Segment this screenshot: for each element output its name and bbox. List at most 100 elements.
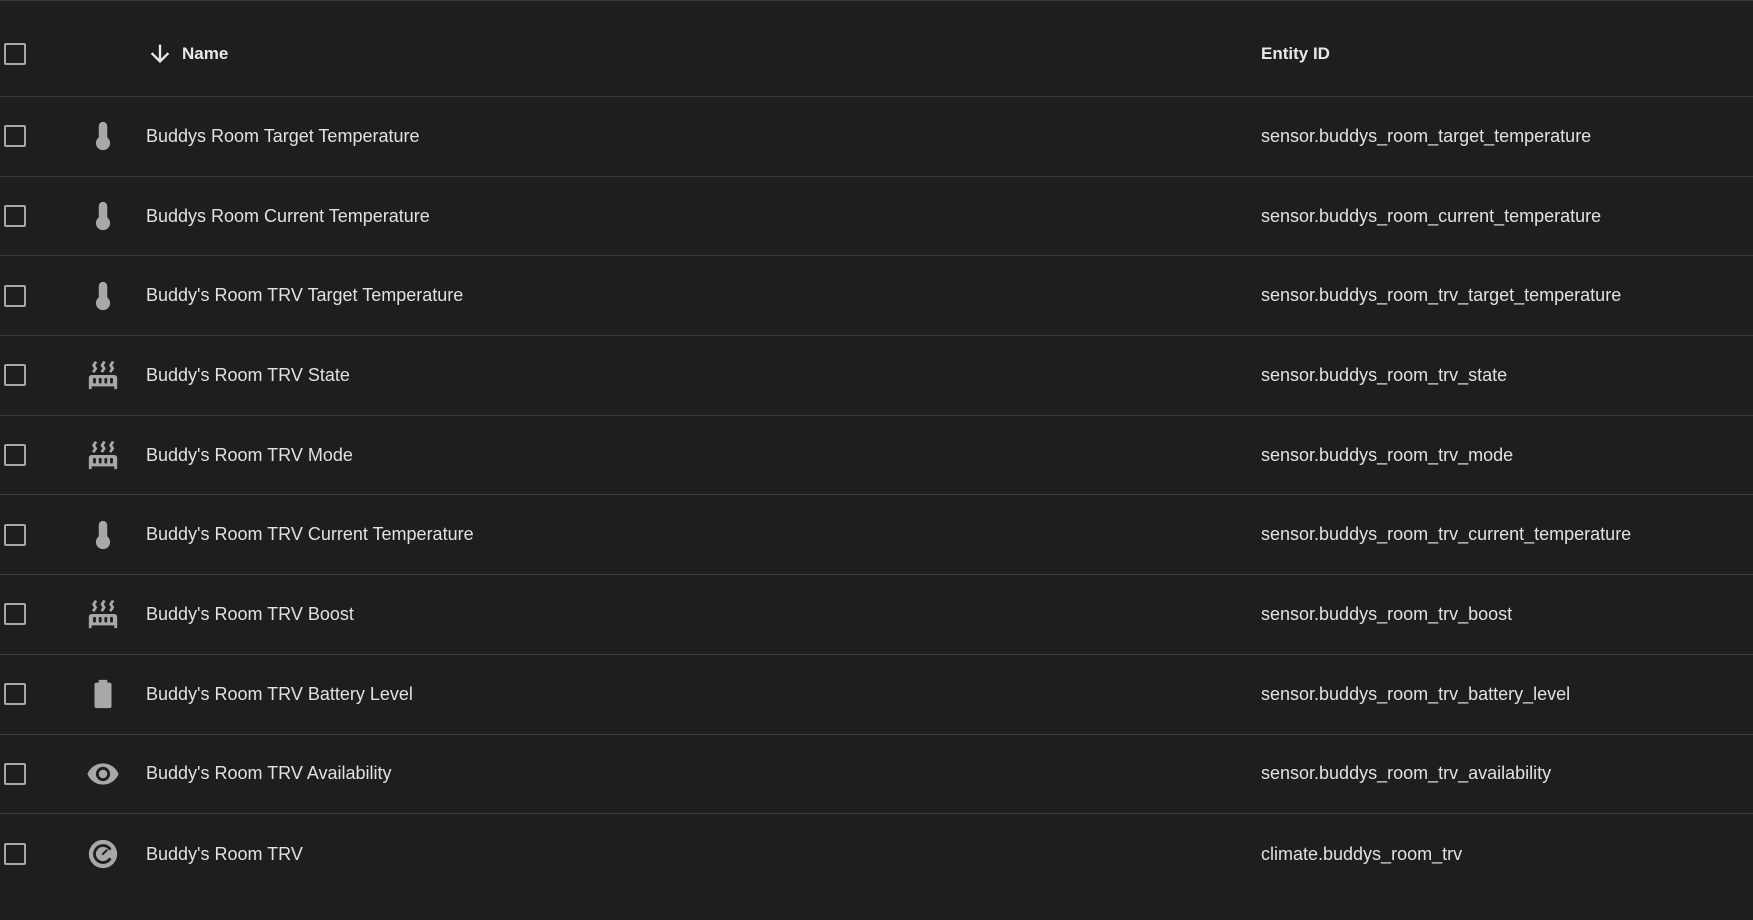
- row-entity-cell: sensor.buddys_room_target_temperature: [1261, 126, 1753, 147]
- row-icon-cell: [60, 597, 146, 631]
- entity-id: sensor.buddys_room_current_temperature: [1261, 205, 1602, 226]
- entity-name: Buddys Room Target Temperature: [146, 125, 420, 146]
- thermometer-icon: [86, 279, 120, 313]
- entity-id: sensor.buddys_room_trv_current_temperatu…: [1261, 524, 1632, 545]
- entity-id: sensor.buddys_room_trv_battery_level: [1261, 683, 1571, 704]
- table-row[interactable]: Buddy's Room TRV Mode sensor.buddys_room_…: [0, 416, 1753, 496]
- row-name-cell: Buddys Room Current Temperature: [146, 206, 1261, 227]
- entity-name: Buddy's Room TRV Battery Level: [146, 683, 413, 704]
- row-entity-cell: sensor.buddys_room_trv_availability: [1261, 763, 1753, 784]
- row-name-cell: Buddy's Room TRV: [146, 844, 1261, 865]
- entity-name: Buddys Room Current Temperature: [146, 205, 430, 226]
- row-checkbox-cell: [0, 843, 60, 866]
- row-checkbox[interactable]: [4, 603, 26, 626]
- table-row[interactable]: Buddy's Room TRV State sensor.buddys_room…: [0, 336, 1753, 416]
- row-icon-cell: [60, 279, 146, 313]
- row-checkbox[interactable]: [4, 523, 26, 546]
- table-row[interactable]: Buddy's Room TRV Current Temperature sens…: [0, 495, 1753, 576]
- row-entity-cell: sensor.buddys_room_trv_state: [1261, 365, 1753, 386]
- row-entity-cell: sensor.buddys_room_trv_boost: [1261, 604, 1753, 625]
- entity-name: Buddy's Room TRV State: [146, 364, 350, 385]
- radiator-icon: [86, 438, 120, 472]
- row-checkbox[interactable]: [4, 843, 26, 866]
- eye-icon: [86, 757, 120, 791]
- entity-id-column-label[interactable]: Entity ID: [1261, 44, 1330, 64]
- radiator-icon: [86, 358, 120, 392]
- radiator-icon: [86, 597, 120, 631]
- table-row[interactable]: Buddy's Room TRV Availability sensor.budd…: [0, 735, 1753, 815]
- row-checkbox-cell: [0, 523, 60, 546]
- thermometer-icon: [86, 119, 120, 153]
- row-checkbox[interactable]: [4, 125, 26, 148]
- name-column-label: Name: [182, 44, 229, 63]
- entity-id: sensor.buddys_room_target_temperature: [1261, 125, 1592, 146]
- row-entity-cell: climate.buddys_room_trv: [1261, 844, 1753, 865]
- row-name-cell: Buddys Room Target Temperature: [146, 126, 1261, 147]
- entity-name: Buddy's Room TRV Boost: [146, 603, 354, 624]
- row-checkbox[interactable]: [4, 762, 26, 785]
- entity-name: Buddy's Room TRV: [146, 843, 303, 864]
- table-row[interactable]: Buddys Room Current Temperature sensor.bu…: [0, 177, 1753, 257]
- row-icon-cell: [60, 677, 146, 711]
- select-all-checkbox[interactable]: [4, 43, 26, 65]
- row-name-cell: Buddy's Room TRV Mode: [146, 445, 1261, 466]
- row-checkbox[interactable]: [4, 364, 26, 387]
- entity-id: sensor.buddys_room_trv_mode: [1261, 444, 1514, 465]
- table-row[interactable]: Buddy's Room TRV Battery Level sensor.bud…: [0, 655, 1753, 735]
- row-checkbox-cell: [0, 364, 60, 387]
- row-checkbox-cell: [0, 603, 60, 626]
- row-checkbox-cell: [0, 683, 60, 706]
- row-checkbox[interactable]: [4, 284, 26, 307]
- entity-id: sensor.buddys_room_trv_availability: [1261, 763, 1552, 784]
- row-icon-cell: [60, 837, 146, 871]
- row-entity-cell: sensor.buddys_room_trv_target_temperatur…: [1261, 285, 1753, 306]
- row-entity-cell: sensor.buddys_room_trv_current_temperatu…: [1261, 524, 1753, 545]
- table-row[interactable]: Buddy's Room TRV Boost sensor.buddys_room…: [0, 575, 1753, 655]
- row-checkbox-cell: [0, 762, 60, 785]
- table-row[interactable]: Buddy's Room TRV Target Temperature senso…: [0, 256, 1753, 337]
- header-name-cell: Name: [146, 40, 1261, 68]
- table-header: Name Entity ID: [0, 12, 1753, 97]
- row-name-cell: Buddy's Room TRV Battery Level: [146, 684, 1261, 705]
- row-checkbox[interactable]: [4, 444, 26, 467]
- row-name-cell: Buddy's Room TRV Target Temperature: [146, 285, 1261, 306]
- thermostat-icon: [86, 837, 120, 871]
- entity-name: Buddy's Room TRV Availability: [146, 763, 392, 784]
- table-row[interactable]: Buddys Room Target Temperature sensor.bud…: [0, 97, 1753, 177]
- row-icon-cell: [60, 119, 146, 153]
- entity-id: sensor.buddys_room_trv_state: [1261, 364, 1508, 385]
- row-name-cell: Buddy's Room TRV Boost: [146, 604, 1261, 625]
- table-row[interactable]: Buddy's Room TRV climate.buddys_room_trv: [0, 814, 1753, 894]
- row-icon-cell: [60, 358, 146, 392]
- row-entity-cell: sensor.buddys_room_trv_mode: [1261, 445, 1753, 466]
- row-icon-cell: [60, 438, 146, 472]
- entity-name: Buddy's Room TRV Current Temperature: [146, 524, 474, 545]
- row-icon-cell: [60, 518, 146, 552]
- row-checkbox-cell: [0, 205, 60, 228]
- row-entity-cell: sensor.buddys_room_trv_battery_level: [1261, 684, 1753, 705]
- header-entity-cell: Entity ID: [1261, 44, 1753, 64]
- name-column-header[interactable]: Name: [146, 40, 228, 68]
- sort-arrow-down-icon[interactable]: [146, 40, 174, 68]
- row-checkbox-cell: [0, 284, 60, 307]
- entity-name: Buddy's Room TRV Mode: [146, 444, 353, 465]
- entity-id: sensor.buddys_room_trv_target_temperatur…: [1261, 285, 1622, 306]
- entities-table: Name Entity ID Buddys Room Target Temper…: [0, 0, 1753, 920]
- entity-id: sensor.buddys_room_trv_boost: [1261, 603, 1513, 624]
- row-checkbox[interactable]: [4, 683, 26, 706]
- thermometer-icon: [86, 199, 120, 233]
- table-body: Buddys Room Target Temperature sensor.bud…: [0, 97, 1753, 894]
- row-entity-cell: sensor.buddys_room_current_temperature: [1261, 206, 1753, 227]
- thermometer-icon: [86, 518, 120, 552]
- row-checkbox-cell: [0, 444, 60, 467]
- row-name-cell: Buddy's Room TRV Current Temperature: [146, 524, 1261, 545]
- row-checkbox-cell: [0, 125, 60, 148]
- row-icon-cell: [60, 757, 146, 791]
- entity-id: climate.buddys_room_trv: [1261, 843, 1463, 864]
- entity-name: Buddy's Room TRV Target Temperature: [146, 285, 464, 306]
- top-spacer: [0, 1, 1753, 12]
- row-icon-cell: [60, 199, 146, 233]
- row-checkbox[interactable]: [4, 205, 26, 228]
- row-name-cell: Buddy's Room TRV State: [146, 365, 1261, 386]
- row-name-cell: Buddy's Room TRV Availability: [146, 763, 1261, 784]
